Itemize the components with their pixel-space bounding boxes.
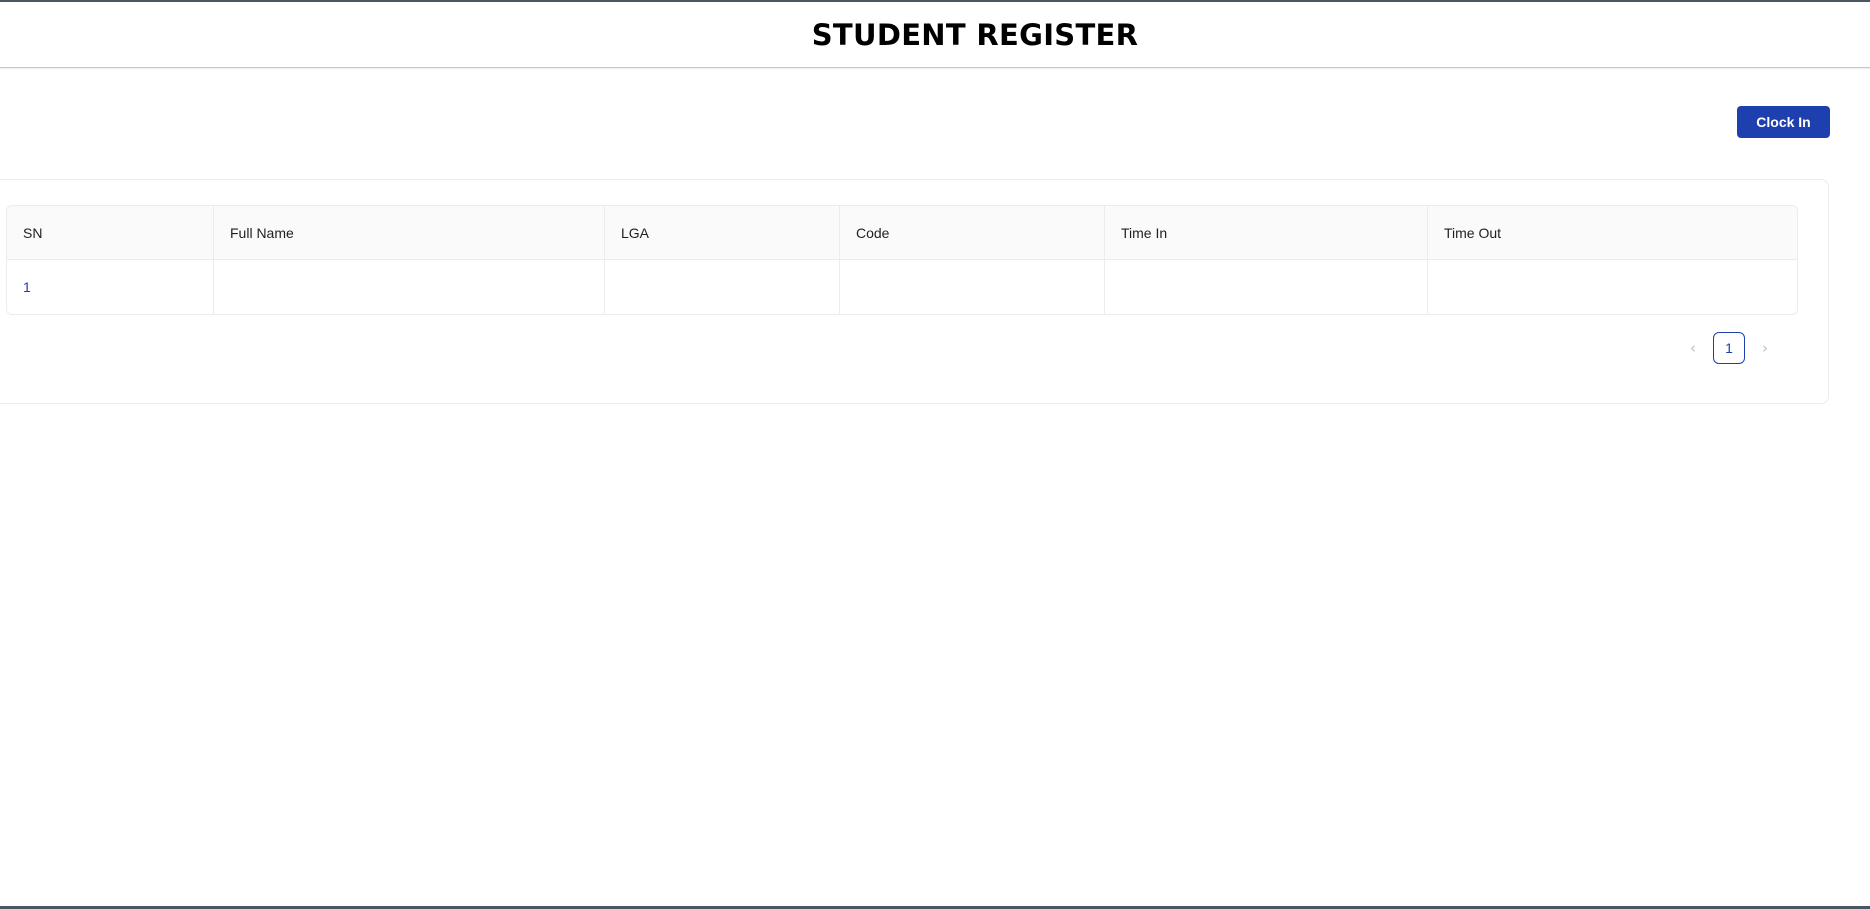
chevron-right-icon[interactable]: › — [1749, 332, 1781, 364]
table-row[interactable]: 1 — [7, 260, 1797, 314]
page-number-current[interactable]: 1 — [1713, 332, 1745, 364]
page-header: STUDENT REGISTER — [0, 2, 1870, 68]
column-header-time-out[interactable]: Time Out — [1428, 206, 1797, 260]
student-register-table: SN Full Name LGA Code Time In Time Out 1 — [6, 205, 1798, 315]
page-title: STUDENT REGISTER — [811, 17, 1139, 52]
table-header-row: SN Full Name LGA Code Time In Time Out — [7, 206, 1797, 260]
chevron-left-icon[interactable]: ‹ — [1677, 332, 1709, 364]
pagination: ‹ 1 › — [1677, 332, 1781, 364]
cell-time-out — [1428, 260, 1797, 314]
table-card: SN Full Name LGA Code Time In Time Out 1… — [0, 179, 1829, 404]
cell-full-name — [214, 260, 605, 314]
cell-time-in — [1105, 260, 1428, 314]
column-header-lga[interactable]: LGA — [605, 206, 840, 260]
cell-code — [840, 260, 1105, 314]
cell-lga — [605, 260, 840, 314]
column-header-full-name[interactable]: Full Name — [214, 206, 605, 260]
cell-sn: 1 — [7, 260, 214, 314]
column-header-code[interactable]: Code — [840, 206, 1105, 260]
clock-in-button[interactable]: Clock In — [1737, 106, 1830, 138]
column-header-time-in[interactable]: Time In — [1105, 206, 1428, 260]
column-header-sn[interactable]: SN — [7, 206, 214, 260]
